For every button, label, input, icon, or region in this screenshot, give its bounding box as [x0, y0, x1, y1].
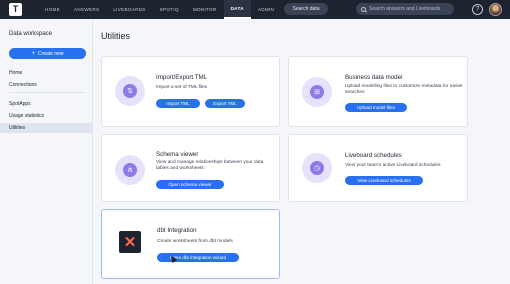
create-new-label: Create new	[37, 50, 64, 57]
app-logo[interactable]: T	[9, 3, 22, 16]
grid-squares-icon-glyph: ⊞	[310, 85, 324, 99]
export-tml-button[interactable]: Export TML	[205, 99, 245, 108]
card-business-data-model: ⊞ Business data model Upload modelling f…	[288, 56, 468, 127]
card-description: View your team's active Liveboard schedu…	[345, 163, 441, 168]
card-title: Schema viewer	[156, 151, 199, 158]
nav-answers[interactable]: ANSWERS	[67, 0, 106, 19]
card-import-export-tml: ⇅ Import/Export TML Import a set of TML …	[101, 56, 280, 127]
document-arrows-icon: ⇅	[115, 76, 145, 106]
card-title: Import/Export TML	[156, 74, 208, 81]
nav-admin[interactable]: ADMIN	[251, 0, 281, 19]
card-title: Liveboard schedules	[345, 152, 402, 159]
nav-liveboards[interactable]: LIVEBOARDS	[106, 0, 152, 19]
card-description: View and manage relationships between yo…	[156, 160, 264, 172]
help-icon[interactable]: ?	[472, 4, 483, 15]
sidebar-item-spotapps[interactable]: SpotApps	[0, 99, 92, 109]
view-liveboard-schedules-button[interactable]: View Liveboard schedules	[345, 176, 423, 185]
grid-squares-icon: ⊞	[302, 77, 332, 107]
logo-letter: T	[12, 4, 19, 14]
main-nav: HOME ANSWERS LIVEBOARDS SPOTIQ MONITOR D…	[38, 0, 319, 19]
document-arrows-icon-glyph: ⇅	[123, 84, 137, 98]
sidebar-item-utilities[interactable]: Utilities	[0, 123, 92, 133]
card-title: dbt Integration	[157, 227, 197, 234]
search-data-button[interactable]: Search data	[284, 3, 328, 15]
sidebar-divider	[9, 92, 85, 93]
nav-spotiq[interactable]: SPOTIQ	[153, 0, 186, 19]
card-schema-viewer: ⋔ Schema viewer View and manage relation…	[101, 134, 280, 202]
card-liveboard-schedules: ◷ Liveboard schedules View your team's a…	[288, 134, 468, 202]
global-search-input[interactable]: Search answers and Liveboards	[356, 3, 454, 15]
nav-home[interactable]: HOME	[38, 0, 67, 19]
card-description: Create worksheets from dbt models	[157, 239, 233, 244]
dbt-logo-icon: ✕	[119, 231, 141, 253]
nav-data[interactable]: DATA	[223, 0, 251, 19]
search-icon	[361, 6, 366, 12]
hierarchy-icon-glyph: ⋔	[123, 163, 137, 177]
card-dbt-integration: ✕ dbt Integration Create worksheets from…	[101, 209, 280, 279]
open-schema-viewer-button[interactable]: Open schema viewer	[156, 180, 224, 189]
sidebar: Data workspace + Create new Home Connect…	[0, 19, 93, 284]
hierarchy-icon: ⋔	[115, 155, 145, 185]
sidebar-item-home[interactable]: Home	[0, 68, 92, 78]
nav-monitor[interactable]: MONITOR	[186, 0, 224, 19]
avatar[interactable]	[489, 3, 502, 16]
top-navigation-bar: T HOME ANSWERS LIVEBOARDS SPOTIQ MONITOR…	[0, 0, 510, 19]
card-description: Import a set of TML files	[156, 85, 208, 90]
card-description: Upload modelling files to customize meta…	[345, 84, 463, 96]
plus-icon: +	[31, 50, 35, 57]
sidebar-item-usage-statistics[interactable]: Usage statistics	[0, 111, 92, 121]
clock-icon: ◷	[302, 153, 332, 183]
clock-icon-glyph: ◷	[310, 161, 324, 175]
upload-model-files-button[interactable]: Upload model files	[345, 103, 407, 112]
sidebar-title: Data workspace	[9, 31, 53, 37]
card-title: Business data model	[345, 74, 403, 81]
create-new-button[interactable]: + Create new	[9, 48, 86, 59]
import-tml-button[interactable]: Import TML	[156, 99, 200, 108]
search-placeholder: Search answers and Liveboards	[369, 6, 441, 12]
dbt-logo-glyph: ✕	[123, 233, 137, 251]
page-title: Utilities	[101, 31, 131, 41]
sidebar-item-connections[interactable]: Connections	[0, 80, 92, 90]
